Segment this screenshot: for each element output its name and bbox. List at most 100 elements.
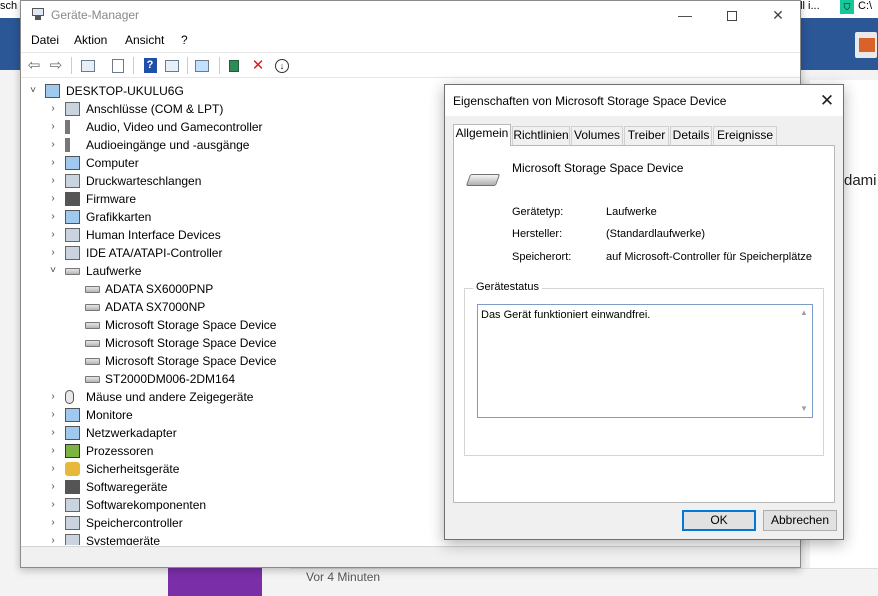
speaker-icon [65,138,80,152]
tab-treiber[interactable]: Treiber [624,126,669,145]
device-status-textbox[interactable]: Das Gerät funktioniert einwandfrei. ▲ ▼ [477,304,813,418]
chevron-right-icon[interactable]: › [47,174,59,188]
properties-dialog: Eigenschaften von Microsoft Storage Spac… [444,84,844,540]
scan-hardware-icon[interactable] [193,57,211,74]
close-button[interactable]: ✕ [755,4,801,26]
tree-item-label: Netzwerkadapter [86,426,177,440]
chevron-right-icon[interactable]: › [47,210,59,224]
chevron-right-icon[interactable]: › [47,534,59,545]
tree-root-label: DESKTOP-UKULU6G [66,84,184,98]
tree-item-label: Microsoft Storage Space Device [105,354,277,368]
chevron-right-icon[interactable]: › [47,156,59,170]
printer-icon [65,174,80,188]
software-device-icon [65,480,80,494]
tree-item-label: Speichercontroller [86,516,183,530]
display-adapter-icon [65,210,80,224]
chevron-right-icon[interactable]: › [47,462,59,476]
properties-icon[interactable] [109,57,127,74]
forward-icon[interactable]: ⇨ [47,57,65,74]
chevron-right-icon[interactable]: › [47,426,59,440]
chevron-right-icon[interactable]: › [47,444,59,458]
device-manager-titlebar[interactable]: Geräte-Manager — ✕ [21,1,800,29]
maximize-button[interactable] [709,4,755,26]
chevron-right-icon[interactable]: › [47,498,59,512]
menu-datei[interactable]: Datei [31,33,59,47]
drive-icon [65,268,80,275]
tab-ereignisse[interactable]: Ereignisse [713,126,777,145]
dialog-title: Eigenschaften von Microsoft Storage Spac… [453,94,727,108]
monitor-icon [65,408,80,422]
drive-icon [85,286,100,293]
tree-item-label: Microsoft Storage Space Device [105,318,277,332]
add-driver-icon[interactable] [225,57,243,74]
device-manager-icon [31,7,45,21]
tree-item-label: ADATA SX6000PNP [105,282,214,296]
device-status-title: Gerätestatus [473,281,542,293]
tab-richtlinien[interactable]: Richtlinien [512,126,570,145]
chevron-right-icon[interactable]: › [47,192,59,206]
chevron-right-icon[interactable]: › [47,138,59,152]
ok-button[interactable]: OK [682,510,756,531]
location-label: Speicherort: [512,251,572,263]
background-path-fragment[interactable]: ⛉ C:\ [840,0,872,14]
menu-aktion[interactable]: Aktion [74,33,107,47]
show-hide-console-tree-icon[interactable] [79,57,97,74]
tab-details[interactable]: Details [670,126,712,145]
manufacturer-label: Hersteller: [512,228,563,240]
toolbar-separator [133,57,134,74]
drive-icon [85,340,100,347]
chevron-down-icon[interactable]: ˅ [47,264,59,278]
tab-allgemein[interactable]: Allgemein [453,124,511,146]
status-scrollbar[interactable]: ▲ ▼ [796,305,812,417]
tree-item-label: Audioeingänge und -ausgänge [86,138,250,152]
scroll-up-icon[interactable]: ▲ [798,307,810,319]
mouse-icon [65,390,74,404]
location-value: auf Microsoft-Controller für Speicherplä… [606,251,813,263]
cancel-button[interactable]: Abbrechen [763,510,837,531]
device-status-text: Das Gerät funktioniert einwandfrei. [481,309,651,321]
tab-volumes[interactable]: Volumes [571,126,623,145]
speaker-icon [65,120,80,134]
background-text-fragment: sch [0,0,18,12]
chevron-right-icon[interactable]: › [47,102,59,116]
tree-item-label: Computer [86,156,139,170]
tree-item-label: IDE ATA/ATAPI-Controller [86,246,223,260]
port-icon [65,102,80,116]
drive-icon [85,304,100,311]
device-type-value: Laufwerke [606,206,657,218]
computer-icon [65,156,80,170]
help-icon[interactable]: ? [141,57,159,74]
background-tile [168,568,262,596]
chevron-down-icon[interactable]: ˅ [27,84,39,98]
background-timestamp: Vor 4 Minuten [306,570,381,584]
show-action-pane-icon[interactable] [163,57,181,74]
dialog-close-button[interactable]: ✕ [813,89,841,113]
menu-bar: Datei Aktion Ansicht ? [21,30,800,51]
chevron-right-icon[interactable]: › [47,480,59,494]
device-type-label: Gerätetyp: [512,206,564,218]
device-status-group: Gerätestatus Das Gerät funktioniert einw… [464,281,824,456]
background-app-icon[interactable] [855,32,877,58]
drive-icon [85,376,100,383]
processor-icon [65,444,80,458]
menu-help[interactable]: ? [181,33,188,47]
chevron-right-icon[interactable]: › [47,246,59,260]
tree-item-label: Firmware [86,192,136,206]
drive-icon [465,174,501,186]
uninstall-device-icon[interactable]: ✕ [249,57,267,74]
dialog-titlebar[interactable]: Eigenschaften von Microsoft Storage Spac… [445,85,843,116]
chevron-right-icon[interactable]: › [47,516,59,530]
back-icon[interactable]: ⇦ [25,57,43,74]
toolbar-separator [71,57,72,74]
chevron-right-icon[interactable]: › [47,228,59,242]
update-driver-icon[interactable]: ↓ [273,57,291,74]
chevron-right-icon[interactable]: › [47,390,59,404]
tree-item-label: Softwarekomponenten [86,498,207,512]
minimize-button[interactable]: — [662,4,708,26]
device-name: Microsoft Storage Space Device [512,161,684,175]
menu-ansicht[interactable]: Ansicht [125,33,164,47]
chevron-right-icon[interactable]: › [47,120,59,134]
chevron-right-icon[interactable]: › [47,408,59,422]
tree-item-label: Laufwerke [86,264,142,278]
scroll-down-icon[interactable]: ▼ [798,403,810,415]
